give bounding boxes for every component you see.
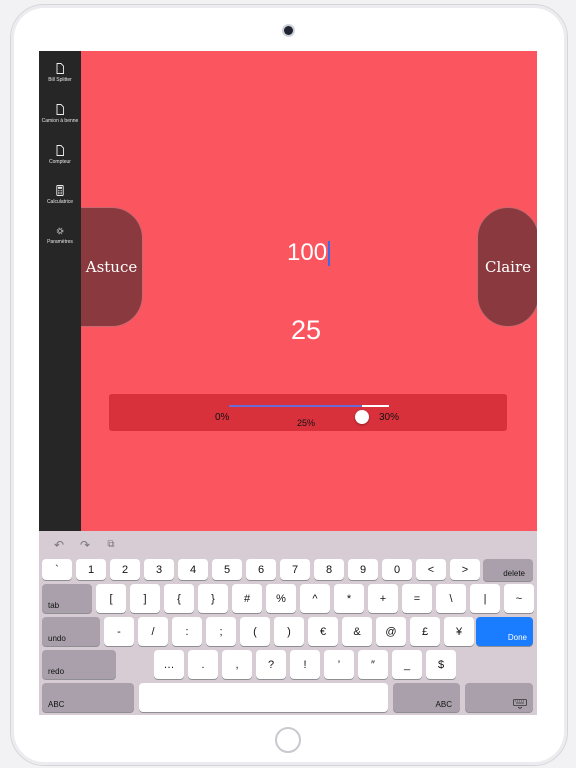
delete-key[interactable]: delete <box>483 559 533 581</box>
key[interactable]: ~ <box>504 584 534 613</box>
sidebar-item-calculatrice[interactable]: Calculatrice <box>39 185 81 205</box>
slider-value-label: 25% <box>297 418 316 428</box>
text-cursor <box>328 241 330 267</box>
key[interactable]: ¥ <box>444 617 474 646</box>
key[interactable]: + <box>368 584 398 613</box>
calculator-icon <box>56 185 64 196</box>
key[interactable]: & <box>342 617 372 646</box>
claire-button[interactable]: Claire <box>477 207 537 327</box>
tip-slider-fill <box>229 405 363 407</box>
keyboard-dismiss-key[interactable] <box>465 683 533 712</box>
sidebar-item-camion[interactable]: Camion à benne <box>39 104 81 124</box>
key[interactable]: ’ <box>324 650 354 679</box>
key[interactable]: [ <box>96 584 126 613</box>
astuce-button[interactable]: Astuce <box>81 207 143 327</box>
sidebar-item-parametres[interactable]: Paramètres <box>39 226 81 245</box>
document-icon <box>56 104 64 115</box>
redo-arrow-icon[interactable]: ↷ <box>79 539 91 551</box>
key[interactable]: 8 <box>314 559 344 580</box>
key[interactable]: < <box>416 559 446 580</box>
key[interactable]: | <box>470 584 500 613</box>
key[interactable]: 1 <box>76 559 106 580</box>
home-button[interactable] <box>275 727 301 753</box>
key[interactable]: > <box>450 559 480 580</box>
key[interactable]: 7 <box>280 559 310 580</box>
key[interactable]: € <box>308 617 338 646</box>
key[interactable]: : <box>172 617 202 646</box>
screen: Bill Splitter Camion à benne Compteur Ca… <box>39 51 537 715</box>
tip-amount: 25 <box>291 315 322 345</box>
slider-min-label: 0% <box>215 412 230 423</box>
slider-max-label: 30% <box>379 412 400 423</box>
key[interactable]: / <box>138 617 168 646</box>
key[interactable]: ` <box>42 559 72 580</box>
sidebar-item-bill-splitter[interactable]: Bill Splitter <box>39 63 81 83</box>
tip-slider-track[interactable] <box>229 405 389 424</box>
amount-input[interactable]: 100 <box>287 239 330 267</box>
key[interactable]: % <box>266 584 296 613</box>
key[interactable]: ; <box>206 617 236 646</box>
key[interactable]: ^ <box>300 584 330 613</box>
clipboard-icon[interactable]: ⧉ <box>105 539 117 551</box>
front-camera <box>284 26 293 35</box>
keyboard: ↶ ↷ ⧉ ` 1 2 3 4 5 6 7 8 9 0 < > delete tab []{} #% ^ * +… <box>39 531 537 715</box>
key[interactable]: … <box>154 650 184 679</box>
key[interactable]: ) <box>274 617 304 646</box>
space-key[interactable] <box>139 683 388 712</box>
key[interactable]: ? <box>256 650 286 679</box>
keyboard-dismiss-icon <box>513 699 527 709</box>
key[interactable]: 6 <box>246 559 276 580</box>
key[interactable]: } <box>198 584 228 613</box>
tip-slider-thumb[interactable] <box>355 410 370 424</box>
abc-right-key[interactable]: ABC <box>393 683 460 712</box>
sidebar-item-label: Paramètres <box>47 239 73 245</box>
key[interactable]: 3 <box>144 559 174 580</box>
key[interactable]: \ <box>436 584 466 613</box>
undo-key[interactable]: undo <box>42 617 100 646</box>
sidebar-item-label: Camion à benne <box>41 118 79 124</box>
tab-key[interactable]: tab <box>42 584 92 613</box>
key[interactable]: $ <box>426 650 456 679</box>
key[interactable]: # <box>232 584 262 613</box>
key[interactable]: 2 <box>110 559 140 580</box>
redo-key[interactable]: redo <box>42 650 116 679</box>
key[interactable]: - <box>104 617 134 646</box>
key[interactable]: ( <box>240 617 270 646</box>
key[interactable]: ] <box>130 584 160 613</box>
key[interactable]: * <box>334 584 364 613</box>
key[interactable]: ! <box>290 650 320 679</box>
key[interactable]: 4 <box>178 559 208 580</box>
key[interactable]: , <box>222 650 252 679</box>
key[interactable]: _ <box>392 650 422 679</box>
sidebar-item-compteur[interactable]: Compteur <box>39 145 81 165</box>
key[interactable]: ″ <box>358 650 388 679</box>
sidebar: Bill Splitter Camion à benne Compteur Ca… <box>39 51 81 531</box>
key[interactable]: 9 <box>348 559 378 580</box>
amount-value: 100 <box>287 239 328 266</box>
key[interactable]: 0 <box>382 559 412 580</box>
done-key[interactable]: Done <box>476 617 533 646</box>
tip-calculator-view: Astuce Claire 100 25 0% 30% 25% <box>81 51 537 531</box>
key[interactable]: @ <box>376 617 406 646</box>
document-icon <box>56 145 64 156</box>
key[interactable]: £ <box>410 617 440 646</box>
document-icon <box>56 63 64 74</box>
sidebar-item-label: Compteur <box>49 159 71 165</box>
key[interactable]: 5 <box>212 559 242 580</box>
undo-arrow-icon[interactable]: ↶ <box>53 539 65 551</box>
key[interactable]: . <box>188 650 218 679</box>
tip-slider-panel: 0% 30% 25% <box>109 394 507 431</box>
abc-left-key[interactable]: ABC <box>42 683 134 712</box>
gear-icon <box>56 227 64 235</box>
key[interactable]: { <box>164 584 194 613</box>
key[interactable]: = <box>402 584 432 613</box>
sidebar-item-label: Calculatrice <box>46 199 74 205</box>
sidebar-item-label: Bill Splitter <box>48 77 72 83</box>
